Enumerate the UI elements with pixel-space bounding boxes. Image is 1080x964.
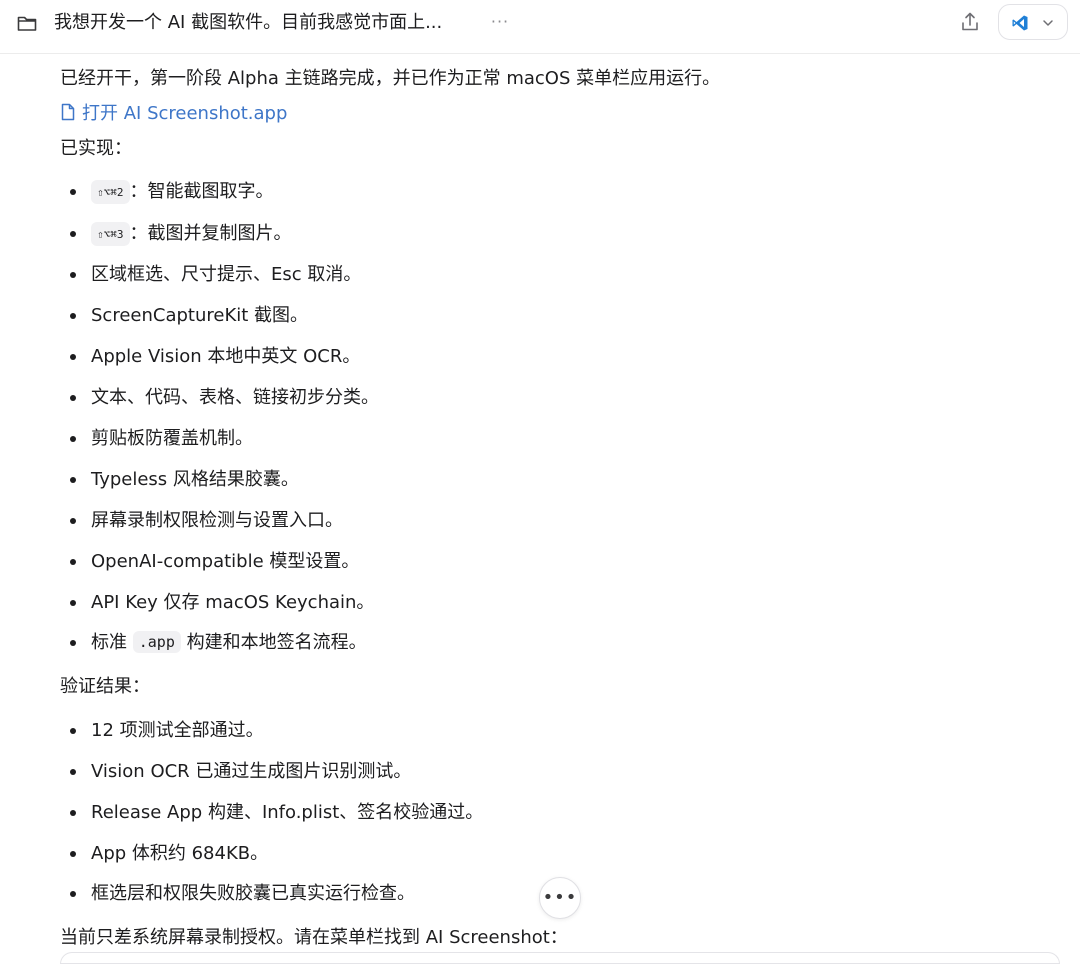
- bullet-dot: [70, 354, 76, 360]
- bullet-dot: [70, 231, 76, 237]
- shortcut-code: ⇧⌥⌘2: [91, 180, 130, 204]
- bullet-dot: [70, 313, 76, 319]
- list-item-text: ScreenCaptureKit 截图。: [91, 305, 309, 326]
- bullet-dot: [70, 518, 76, 524]
- intro-text: 已经开干，第一阶段 Alpha 主链路完成，并已作为正常 macOS 菜单栏应用…: [60, 68, 721, 89]
- bullet-dot: [70, 640, 76, 646]
- bullet-dot: [70, 728, 76, 734]
- bullet-dot: [70, 891, 76, 897]
- list-item-text: ：智能截图取字。: [129, 181, 274, 202]
- inline-code: .app: [132, 631, 181, 653]
- bullet-dot: [70, 189, 76, 195]
- bullet-dot: [70, 436, 76, 442]
- list-item-text: 框选层和权限失败胶囊已真实运行检查。: [91, 883, 415, 904]
- list-item-text: 区域框选、尺寸提示、Esc 取消。: [91, 264, 362, 285]
- open-in-editor-button[interactable]: [998, 4, 1068, 40]
- implemented-heading: 已实现：: [60, 138, 132, 159]
- list-item-text: App 体积约 684KB。: [91, 843, 269, 864]
- floating-more-button[interactable]: •••: [539, 877, 581, 919]
- folder-icon[interactable]: [16, 12, 38, 34]
- list-item-text: Vision OCR 已通过生成图片识别测试。: [91, 761, 412, 782]
- message-content: 已经开干，第一阶段 Alpha 主链路完成，并已作为正常 macOS 菜单栏应用…: [0, 54, 1080, 958]
- bullet-dot: [70, 769, 76, 775]
- bullet-dot: [70, 851, 76, 857]
- bullet-dot: [70, 395, 76, 401]
- open-app-link-label: 打开 AI Screenshot.app: [82, 103, 288, 124]
- open-app-link[interactable]: 打开 AI Screenshot.app: [60, 101, 287, 127]
- bullet-dot: [70, 477, 76, 483]
- list-item-text: ：截图并复制图片。: [129, 223, 292, 244]
- shortcut-code: ⇧⌥⌘3: [91, 222, 130, 246]
- bullet-dot: [70, 559, 76, 565]
- conversation-title[interactable]: 我想开发一个 AI 截图软件。目前我感觉市面上...: [54, 11, 442, 35]
- share-icon[interactable]: [958, 10, 982, 34]
- bullet-dot: [70, 272, 76, 278]
- list-item-text: 12 项测试全部通过。: [91, 720, 264, 741]
- list-item-text: Release App 构建、Info.plist、签名校验通过。: [91, 802, 484, 823]
- document-icon: [61, 103, 75, 121]
- vscode-icon: [1012, 15, 1028, 31]
- chat-header: 我想开发一个 AI 截图软件。目前我感觉市面上... ···: [0, 0, 1080, 54]
- more-options-button[interactable]: ···: [488, 10, 512, 34]
- chevron-down-icon: [1043, 20, 1053, 26]
- list-item-text: Apple Vision 本地中英文 OCR。: [91, 346, 361, 367]
- list-item-text: API Key 仅存 macOS Keychain。: [91, 592, 375, 613]
- verification-heading: 验证结果：: [60, 676, 150, 697]
- list-item-text: 剪贴板防覆盖机制。: [91, 428, 253, 449]
- composer-edge: [60, 952, 1060, 964]
- list-item-text: OpenAI-compatible 模型设置。: [91, 551, 360, 572]
- list-item-text: 屏幕录制权限检测与设置入口。: [91, 510, 343, 531]
- list-item-text: Typeless 风格结果胶囊。: [91, 469, 299, 490]
- list-item-text: 构建和本地签名流程。: [180, 632, 367, 653]
- closing-text: 当前只差系统屏幕录制授权。请在菜单栏找到 AI Screenshot：: [60, 927, 568, 948]
- list-item-prefix: 标准: [91, 632, 133, 653]
- list-item-text: 文本、代码、表格、链接初步分类。: [91, 387, 379, 408]
- bullet-dot: [70, 600, 76, 606]
- bullet-dot: [70, 810, 76, 816]
